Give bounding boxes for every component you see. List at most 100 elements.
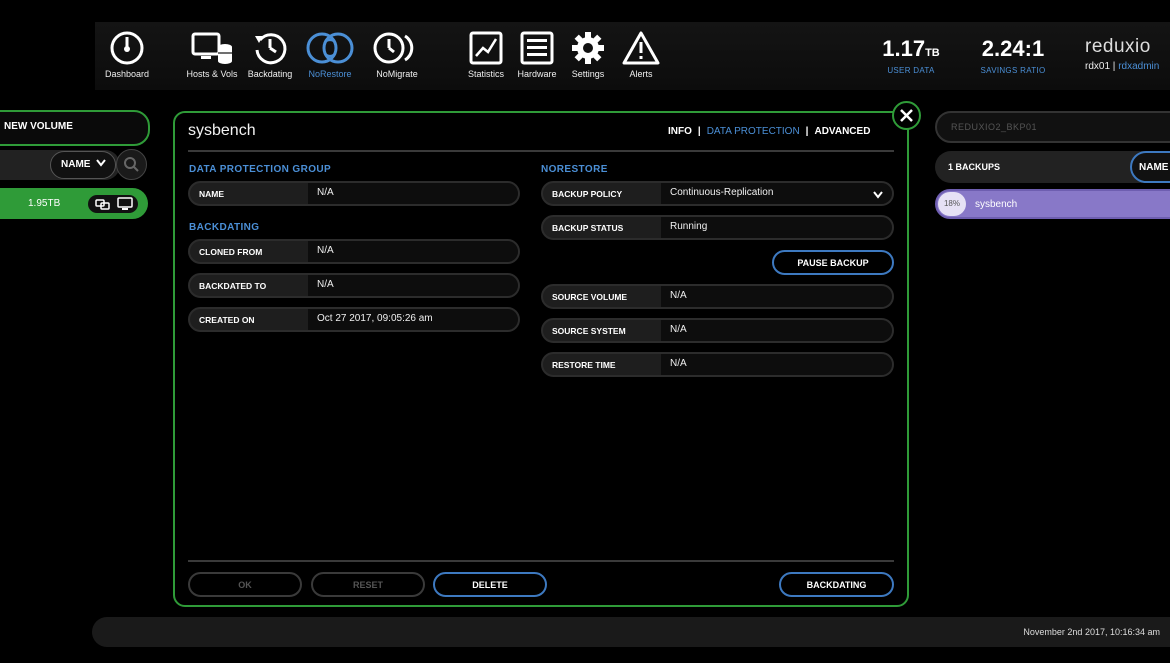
status-footer: November 2nd 2017, 10:16:34 am [92, 617, 1170, 647]
source-system-row: SOURCE SYSTEM N/A [541, 318, 894, 343]
host-name: rdx01 [1085, 61, 1111, 72]
chevron-down-icon [873, 191, 883, 199]
backdated-to-value: N/A [308, 275, 518, 296]
modal-close-button[interactable] [892, 101, 921, 130]
tab-separator: | [697, 126, 701, 137]
backup-search-input[interactable]: REDUXIO2_BKP01 [935, 111, 1170, 143]
created-on-value: Oct 27 2017, 09:05:26 am [308, 309, 518, 330]
user-data-stat: 1.17TB USER DATA [872, 36, 950, 75]
field-label: CREATED ON [199, 315, 255, 325]
dpg-section-title: DATA PROTECTION GROUP [189, 164, 332, 175]
dpg-name-value: N/A [308, 183, 518, 204]
tab-separator: | [805, 126, 809, 137]
field-label: RESTORE TIME [552, 360, 616, 370]
monitor-icon[interactable] [116, 195, 134, 213]
dpg-name-row: NAME N/A [188, 181, 520, 206]
statistics-chart-icon [469, 31, 503, 65]
new-volume-label: NEW VOLUME [4, 121, 73, 132]
field-label: BACKDATED TO [199, 281, 267, 291]
dashboard-gauge-icon [110, 31, 144, 65]
savings-ratio-value: 2.24:1 [981, 36, 1045, 61]
source-volume-value: N/A [661, 286, 892, 307]
delete-button[interactable]: DELETE [433, 572, 547, 597]
volume-actions [88, 195, 138, 213]
reset-button[interactable]: RESET [311, 572, 425, 597]
nav-label: Settings [571, 69, 605, 79]
backups-count: 1 BACKUPS [948, 162, 1001, 172]
nav-label: Dashboard [104, 69, 150, 79]
sort-label: NAME [61, 159, 91, 170]
backup-list-item[interactable]: 18% sysbench [935, 189, 1170, 219]
nav-label: Backdating [247, 69, 293, 79]
savings-ratio-stat: 2.24:1 SAVINGS RATIO [968, 36, 1058, 75]
volume-size: 1.95TB [28, 198, 61, 209]
volume-sort-dropdown[interactable]: NAME [50, 151, 116, 179]
nav-norestore[interactable]: NoRestore [300, 30, 360, 79]
search-icon [124, 157, 139, 172]
nav-label: Alerts [629, 69, 653, 79]
chevron-down-icon [96, 159, 107, 167]
backdating-button[interactable]: BACKDATING [779, 572, 894, 597]
nav-backdating[interactable]: Backdating [240, 30, 300, 79]
nomigrate-icon [373, 32, 414, 64]
gear-icon [572, 32, 604, 64]
backup-sort-dropdown[interactable]: NAME [1130, 151, 1170, 183]
backup-progress-badge: 18% [938, 192, 966, 216]
modal-footer-divider [188, 560, 894, 562]
backdating-clock-icon [255, 33, 287, 65]
nav-dashboard[interactable]: Dashboard [97, 30, 157, 79]
cloned-from-value: N/A [308, 241, 518, 262]
backup-policy-select[interactable]: Continuous-Replication [661, 183, 892, 204]
sort-label: NAME [1139, 162, 1169, 173]
restore-time-value: N/A [661, 354, 892, 375]
source-volume-row: SOURCE VOLUME N/A [541, 284, 894, 309]
brand-area: reduxio rdx01 | rdxadmin [1085, 36, 1170, 72]
field-label: SOURCE VOLUME [552, 292, 628, 302]
ok-button[interactable]: OK [188, 572, 302, 597]
hosts-vols-icon [191, 32, 232, 64]
user-data-unit: TB [925, 47, 940, 59]
search-placeholder: REDUXIO2_BKP01 [951, 122, 1038, 132]
brand-separator: | [1112, 61, 1116, 72]
backup-status-value: Running [661, 217, 892, 238]
alert-triangle-icon [622, 31, 660, 65]
nav-nomigrate[interactable]: NoMigrate [367, 30, 427, 79]
modal-title: sysbench [188, 122, 256, 139]
nav-settings[interactable]: Settings [558, 30, 618, 79]
brand-logo: reduxio [1085, 36, 1151, 57]
nav-label: Hosts & Vols [186, 69, 238, 79]
backdating-section-title: BACKDATING [189, 222, 260, 233]
restore-time-row: RESTORE TIME N/A [541, 352, 894, 377]
field-label: SOURCE SYSTEM [552, 326, 626, 336]
tab-advanced[interactable]: ADVANCED [814, 126, 870, 137]
tab-info[interactable]: INFO [668, 126, 692, 137]
pause-backup-button[interactable]: PAUSE BACKUP [772, 250, 894, 275]
link-icon[interactable] [94, 195, 112, 213]
field-label: NAME [199, 189, 225, 199]
backup-policy-value: Continuous-Replication [670, 187, 774, 198]
created-on-row: CREATED ON Oct 27 2017, 09:05:26 am [188, 307, 520, 332]
volume-list-item[interactable]: 1.95TB [0, 188, 148, 219]
nav-hosts-vols[interactable]: Hosts & Vols [182, 30, 242, 79]
norestore-sync-icon [306, 32, 354, 64]
nav-label: NoMigrate [376, 69, 418, 79]
modal-header-divider [188, 150, 894, 152]
modal-tabs: INFO | DATA PROTECTION | ADVANCED [668, 126, 870, 137]
cloned-from-row: CLONED FROM N/A [188, 239, 520, 264]
user-link[interactable]: rdxadmin [1118, 61, 1159, 72]
backup-name: sysbench [975, 199, 1018, 210]
backup-status-row: BACKUP STATUS Running [541, 215, 894, 240]
backdated-to-row: BACKDATED TO N/A [188, 273, 520, 298]
norestore-section-title: NORESTORE [541, 164, 608, 175]
nav-alerts[interactable]: Alerts [611, 30, 671, 79]
new-volume-button[interactable]: NEW VOLUME [0, 110, 150, 146]
backup-policy-row: BACKUP POLICY Continuous-Replication [541, 181, 894, 206]
volume-search-button[interactable] [116, 149, 147, 180]
field-label: CLONED FROM [199, 247, 263, 257]
hardware-icon [520, 31, 554, 65]
savings-ratio-label: SAVINGS RATIO [980, 66, 1046, 75]
user-data-value: 1.17 [882, 36, 926, 61]
field-label: BACKUP POLICY [552, 189, 623, 199]
user-data-label: USER DATA [887, 66, 935, 75]
tab-data-protection[interactable]: DATA PROTECTION [707, 126, 800, 137]
